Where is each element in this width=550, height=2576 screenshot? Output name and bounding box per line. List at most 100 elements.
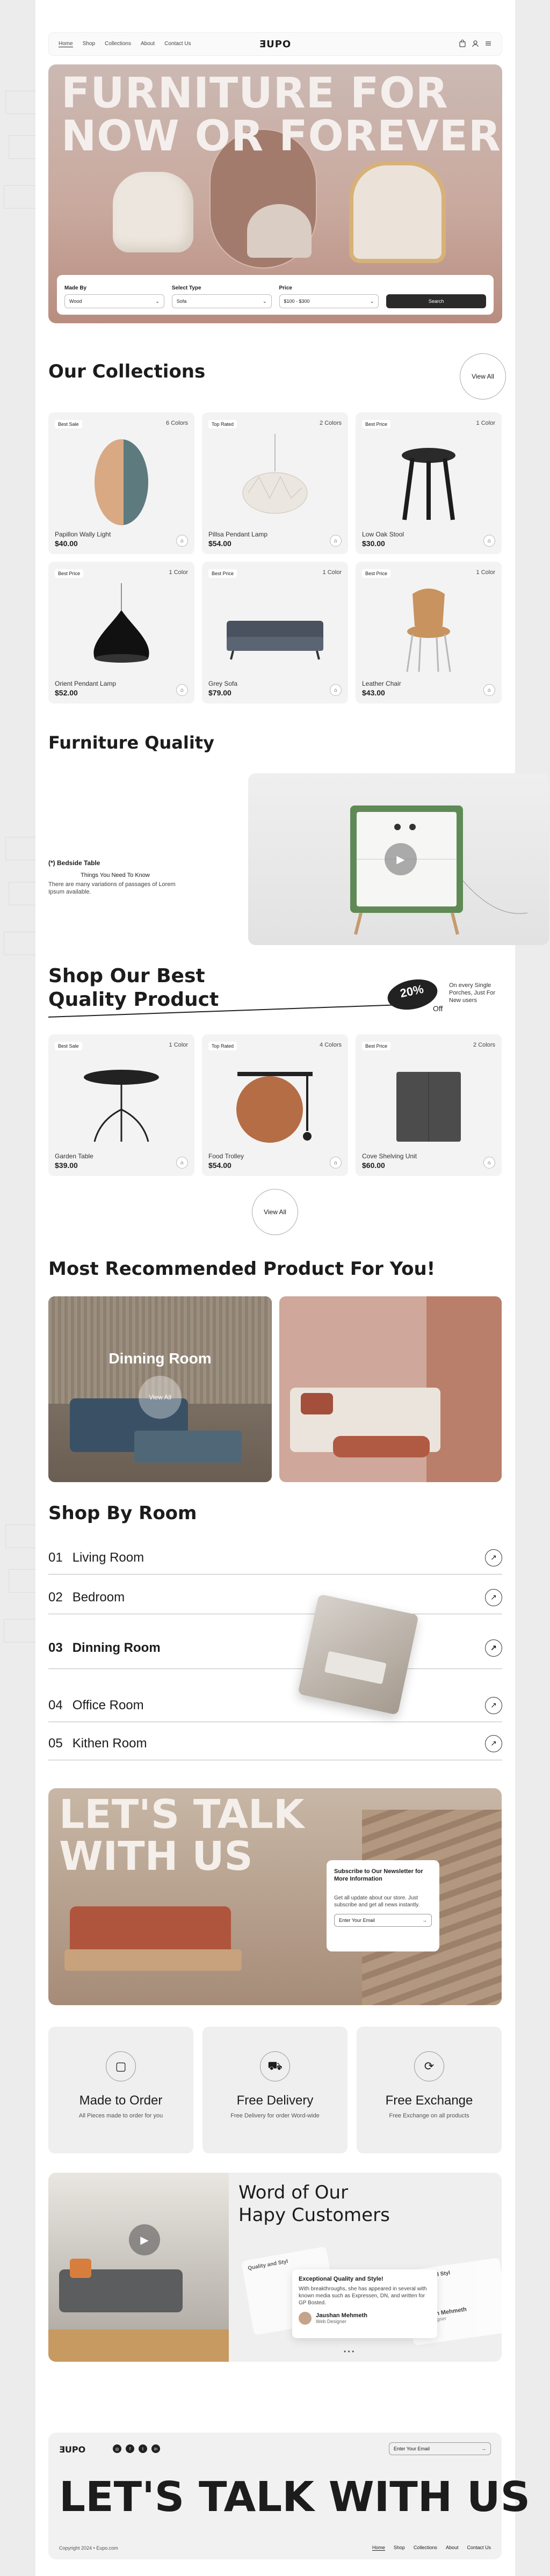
footer-link-home[interactable]: Home bbox=[372, 2545, 385, 2551]
footer-email-input[interactable]: Enter Your Email → bbox=[389, 2442, 491, 2455]
newsletter-email-input[interactable]: Enter Your Email → bbox=[334, 1914, 432, 1927]
service-made-to-order: ▢ Made to Order All Pieces made to order… bbox=[48, 2027, 193, 2153]
testimonial-room-image: ▶ bbox=[48, 2173, 229, 2362]
quality-subtitle: Things You Need To Know bbox=[81, 872, 150, 879]
testimonial-role: Web Designer bbox=[316, 2319, 346, 2324]
nav-link-about[interactable]: About bbox=[141, 41, 155, 47]
footer-logo[interactable]: ƎUPO bbox=[59, 2444, 85, 2455]
user-icon[interactable] bbox=[472, 40, 479, 49]
dining-room-card[interactable]: Dinning Room View All bbox=[48, 1296, 272, 1482]
product-name: Garden Table bbox=[55, 1152, 93, 1160]
twitter-icon[interactable]: t bbox=[139, 2444, 147, 2453]
product-colors: 2 Colors bbox=[320, 420, 342, 426]
testimonial-title: Word of Our Hapy Customers bbox=[238, 2181, 390, 2226]
search-button[interactable]: Search bbox=[386, 294, 486, 308]
product-card[interactable]: Top Rated 4 Colors Food Trolley $54.00 ⌂ bbox=[202, 1034, 348, 1176]
dining-view-all-button[interactable]: View All bbox=[139, 1376, 182, 1419]
nav-link-collections[interactable]: Collections bbox=[105, 41, 131, 47]
product-card[interactable]: Best Price 1 Color Grey Sofa $79.00 ⌂ bbox=[202, 562, 348, 703]
arrow-right-icon[interactable]: → bbox=[422, 1918, 427, 1923]
arrow-up-right-icon[interactable]: ↗ bbox=[485, 1696, 502, 1714]
filter-label: Select Type bbox=[171, 285, 201, 291]
product-tag: Best Price bbox=[362, 420, 391, 429]
product-name: Cove Shelving Unit bbox=[362, 1152, 417, 1160]
hero-wooden-chair-image bbox=[349, 161, 446, 263]
product-card[interactable]: Best Price 1 Color Leather Chair $43.00 … bbox=[356, 562, 502, 703]
bedroom-card[interactable] bbox=[279, 1296, 502, 1482]
testimonial-section: ▶ Word of Our Hapy Customers Quality and… bbox=[48, 2173, 502, 2362]
product-price: $54.00 bbox=[208, 539, 231, 548]
add-to-cart-icon[interactable]: ⌂ bbox=[176, 1157, 188, 1169]
price-select[interactable]: $100 - $300 ⌄ bbox=[279, 294, 379, 308]
room-row-office[interactable]: 04 Office Room ↗ bbox=[48, 1689, 502, 1722]
newsletter-card: Subscribe to Our Newsletter for More Inf… bbox=[327, 1860, 439, 1951]
add-to-cart-icon[interactable]: ⌂ bbox=[176, 535, 188, 547]
landing-page: Home Shop Collections About Contact Us Ǝ… bbox=[35, 0, 549, 2576]
footer: ƎUPO ◎ f t in Enter Your Email → LET'S TA… bbox=[48, 2433, 530, 2559]
add-to-cart-icon[interactable]: ⌂ bbox=[330, 535, 342, 547]
type-select[interactable]: Sofa ⌄ bbox=[171, 294, 272, 308]
room-name: Living Room bbox=[72, 1550, 144, 1565]
cart-icon[interactable] bbox=[459, 39, 466, 49]
footer-link-contact[interactable]: Contact Us bbox=[467, 2545, 491, 2551]
add-to-cart-icon[interactable]: ⌂ bbox=[330, 1157, 342, 1169]
preview-bed-image bbox=[324, 1651, 387, 1685]
arrow-up-right-icon[interactable]: ↗ bbox=[485, 1639, 502, 1657]
arrow-up-right-icon[interactable]: ↗ bbox=[485, 1735, 502, 1752]
footer-link-about[interactable]: About bbox=[446, 2545, 459, 2551]
filter-label: Made By bbox=[64, 285, 87, 291]
product-colors: 2 Colors bbox=[473, 1042, 495, 1048]
product-card[interactable]: Top Rated 2 Colors Pillsa Pendant Lamp $… bbox=[202, 412, 348, 554]
add-to-cart-icon[interactable]: ⌂ bbox=[483, 1157, 495, 1169]
product-tag: Best Sale bbox=[55, 1042, 82, 1050]
play-icon[interactable]: ▶ bbox=[129, 2224, 160, 2255]
facebook-icon[interactable]: f bbox=[126, 2444, 134, 2453]
add-to-cart-icon[interactable]: ⌂ bbox=[330, 684, 342, 696]
nav-link-contact[interactable]: Contact Us bbox=[164, 41, 191, 47]
product-card[interactable]: Best Price 2 Colors Cove Shelving Unit $… bbox=[356, 1034, 502, 1176]
made-by-select[interactable]: Wood ⌄ bbox=[64, 294, 164, 308]
arrow-right-icon[interactable]: → bbox=[481, 2446, 486, 2451]
testimonial-title-line2: Hapy Customers bbox=[238, 2204, 390, 2226]
hero-title-line1: FURNITURE FOR bbox=[61, 69, 448, 118]
product-card[interactable]: Best Price 1 Color Low Oak Stool $30.00 … bbox=[356, 412, 502, 554]
shop-view-all-button[interactable]: View All bbox=[252, 1189, 298, 1235]
service-free-exchange: ⟳ Free Exchange Free Exchange on all pro… bbox=[357, 2027, 502, 2153]
bedroom-bench-image bbox=[333, 1436, 430, 1457]
logo[interactable]: ƎUPO bbox=[259, 39, 291, 50]
product-tag: Best Price bbox=[362, 1042, 391, 1050]
newsletter-title: Subscribe to Our Newsletter for More Inf… bbox=[334, 1868, 423, 1882]
product-card[interactable]: Best Sale 6 Colors Papillon Wally Light … bbox=[48, 412, 194, 554]
product-card[interactable]: Best Sale 1 Color Garden Table $39.00 ⌂ bbox=[48, 1034, 194, 1176]
product-price: $40.00 bbox=[55, 539, 78, 548]
instagram-icon[interactable]: ◎ bbox=[113, 2444, 121, 2453]
add-to-cart-icon[interactable]: ⌂ bbox=[483, 535, 495, 547]
room-row-bedroom[interactable]: 02 Bedroom ↗ bbox=[48, 1581, 502, 1614]
room-row-kitchen[interactable]: 05 Kithen Room ↗ bbox=[48, 1727, 502, 1760]
shop-grid: Best Sale 1 Color Garden Table $39.00 ⌂ … bbox=[48, 1034, 502, 1176]
nav-link-shop[interactable]: Shop bbox=[83, 41, 95, 47]
footer-link-shop[interactable]: Shop bbox=[394, 2545, 405, 2551]
orient-lamp-image bbox=[93, 583, 149, 663]
product-card[interactable]: Best Price 1 Color Orient Pendant Lamp $… bbox=[48, 562, 194, 703]
product-price: $52.00 bbox=[55, 688, 78, 697]
carousel-dots[interactable]: • • • bbox=[344, 2348, 354, 2355]
collections-view-all-button[interactable]: View All bbox=[460, 353, 506, 400]
offer-text: On every Single Porches, Just For New us… bbox=[449, 982, 496, 1004]
nav-icons bbox=[459, 39, 492, 49]
arrow-up-right-icon[interactable]: ↗ bbox=[485, 1549, 502, 1566]
arrow-up-right-icon[interactable]: ↗ bbox=[485, 1588, 502, 1606]
play-icon[interactable]: ▶ bbox=[385, 843, 417, 875]
product-colors: 1 Color bbox=[476, 420, 495, 426]
add-to-cart-icon[interactable]: ⌂ bbox=[176, 684, 188, 696]
linkedin-icon[interactable]: in bbox=[151, 2444, 160, 2453]
nav-link-home[interactable]: Home bbox=[59, 41, 73, 47]
menu-icon[interactable] bbox=[484, 40, 492, 49]
room-row-dining[interactable]: 03 Dinning Room ↗ bbox=[48, 1627, 502, 1669]
add-to-cart-icon[interactable]: ⌂ bbox=[483, 684, 495, 696]
footer-link-collections[interactable]: Collections bbox=[414, 2545, 437, 2551]
garden-table-image bbox=[84, 1070, 159, 1142]
product-colors: 6 Colors bbox=[166, 420, 188, 426]
room-row-living[interactable]: 01 Living Room ↗ bbox=[48, 1541, 502, 1574]
rooms-title: Shop By Room bbox=[48, 1503, 197, 1524]
